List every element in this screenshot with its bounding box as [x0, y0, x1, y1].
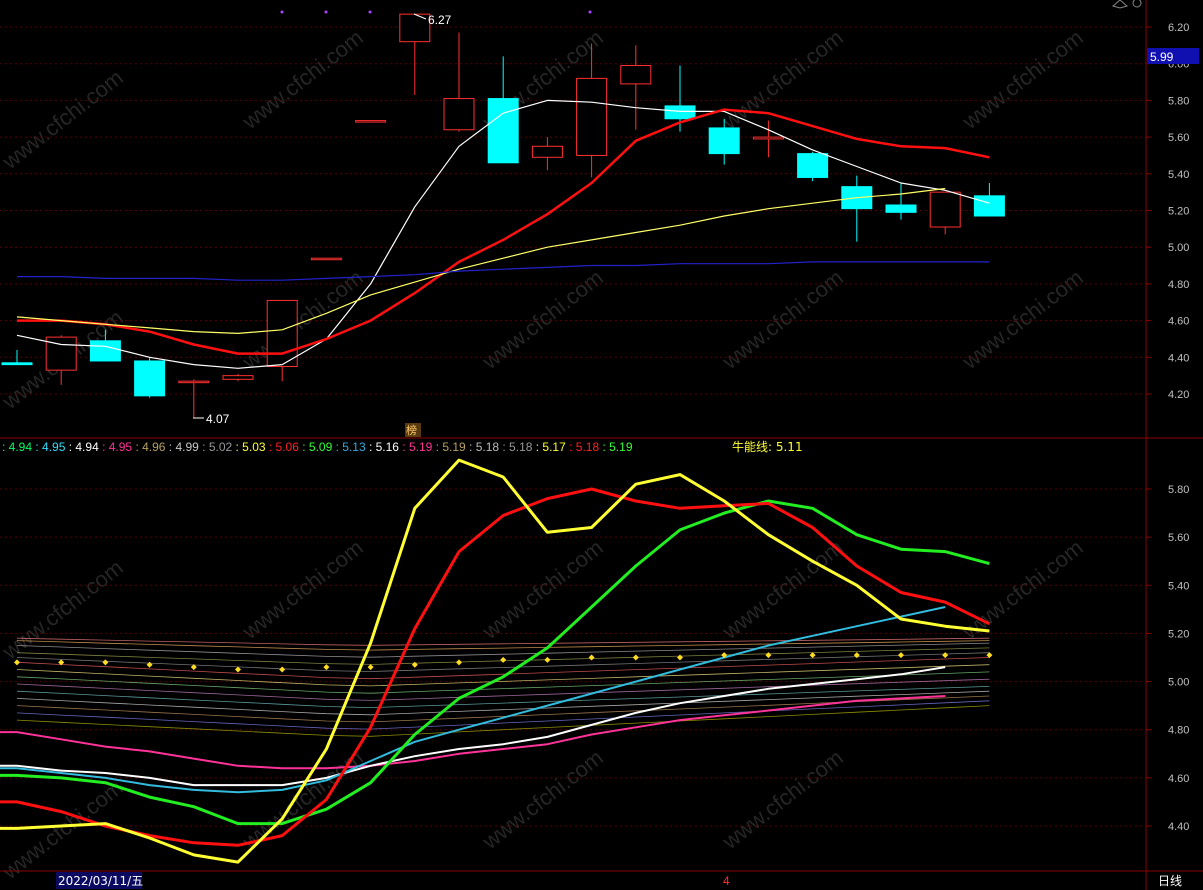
candle-body	[1, 362, 33, 366]
legend-value: : 5.06	[269, 440, 302, 454]
candle-body	[266, 299, 298, 367]
candle-body	[531, 145, 563, 158]
indicator-tick-label: 4.40	[1168, 821, 1189, 833]
bull-line-label: 牛能线: 5.11	[732, 439, 803, 454]
price-tick-label: 4.40	[1168, 352, 1189, 364]
legend-value: : 5.09	[302, 440, 335, 454]
rank-marker-label: 榜	[406, 423, 417, 437]
candle-body	[310, 257, 342, 261]
month-marker: 4	[723, 874, 730, 888]
legend-value: : 5.03	[236, 440, 269, 454]
indicator-tick-label: 4.80	[1168, 725, 1189, 737]
event-dot	[280, 10, 284, 14]
indicator-tick-label: 5.80	[1168, 484, 1189, 496]
candle-body	[443, 98, 475, 131]
candle-body	[89, 340, 121, 362]
candle-body	[752, 136, 784, 140]
min-price-label: 4.07	[206, 412, 230, 426]
event-dot	[324, 10, 328, 14]
legend-value: : 5.16	[369, 440, 402, 454]
legend-value: : 5.18	[569, 440, 602, 454]
max-price-label: 6.27	[428, 13, 452, 27]
indicator-tick-label: 4.60	[1168, 773, 1189, 785]
current-price-label: 5.99	[1150, 50, 1174, 64]
candle-body	[178, 380, 210, 384]
legend-value: : 4.95	[102, 440, 135, 454]
indicator-tick-label: 5.40	[1168, 580, 1189, 592]
candle-body	[576, 77, 608, 156]
indicator-tick-label: 5.20	[1168, 628, 1189, 640]
price-tick-label: 5.40	[1168, 169, 1189, 181]
event-dot	[368, 10, 372, 14]
indicator-legend: : 4.94 : 4.95 : 4.94 : 4.95 : 4.96 : 4.9…	[2, 440, 633, 454]
legend-value: : 5.19	[602, 440, 632, 454]
price-tick-label: 4.80	[1168, 279, 1189, 291]
candle-body	[708, 127, 740, 155]
price-tick-label: 5.20	[1168, 206, 1189, 218]
legend-value: : 4.96	[135, 440, 168, 454]
legend-value: : 4.94	[69, 440, 102, 454]
event-dot	[588, 10, 592, 14]
candle-body	[620, 65, 652, 85]
candle-body	[929, 191, 961, 228]
candle-body	[222, 375, 254, 380]
legend-value: : 4.94	[2, 440, 35, 454]
legend-value: : 5.02	[202, 440, 235, 454]
legend-value: : 5.18	[502, 440, 535, 454]
candle-body	[664, 105, 696, 120]
price-tick-label: 4.60	[1168, 316, 1189, 328]
price-tick-label: 6.20	[1168, 22, 1189, 34]
legend-value: : 5.17	[536, 440, 569, 454]
period-label[interactable]: 日线	[1158, 874, 1182, 888]
cursor-date: 2022/03/11/五	[58, 874, 143, 888]
candle-body	[487, 98, 519, 164]
price-tick-label: 4.20	[1168, 389, 1189, 401]
candle-body	[797, 153, 829, 178]
legend-value: : 5.19	[402, 440, 435, 454]
legend-value: : 5.19	[436, 440, 469, 454]
candle-body	[134, 360, 166, 397]
stock-chart[interactable]: www.cfchi.com www.cfchi.com www.cfchi.com w…	[0, 0, 1203, 890]
legend-value: : 5.18	[469, 440, 502, 454]
legend-value: : 4.95	[35, 440, 68, 454]
price-tick-label: 5.80	[1168, 95, 1189, 107]
price-tick-label: 5.00	[1168, 242, 1189, 254]
indicator-tick-label: 5.00	[1168, 677, 1189, 689]
candle-body	[355, 120, 387, 123]
candle-body	[885, 204, 917, 213]
price-tick-label: 5.60	[1168, 132, 1189, 144]
indicator-tick-label: 5.60	[1168, 532, 1189, 544]
candle-body	[973, 195, 1005, 217]
legend-value: : 4.99	[169, 440, 202, 454]
legend-value: : 5.13	[336, 440, 369, 454]
